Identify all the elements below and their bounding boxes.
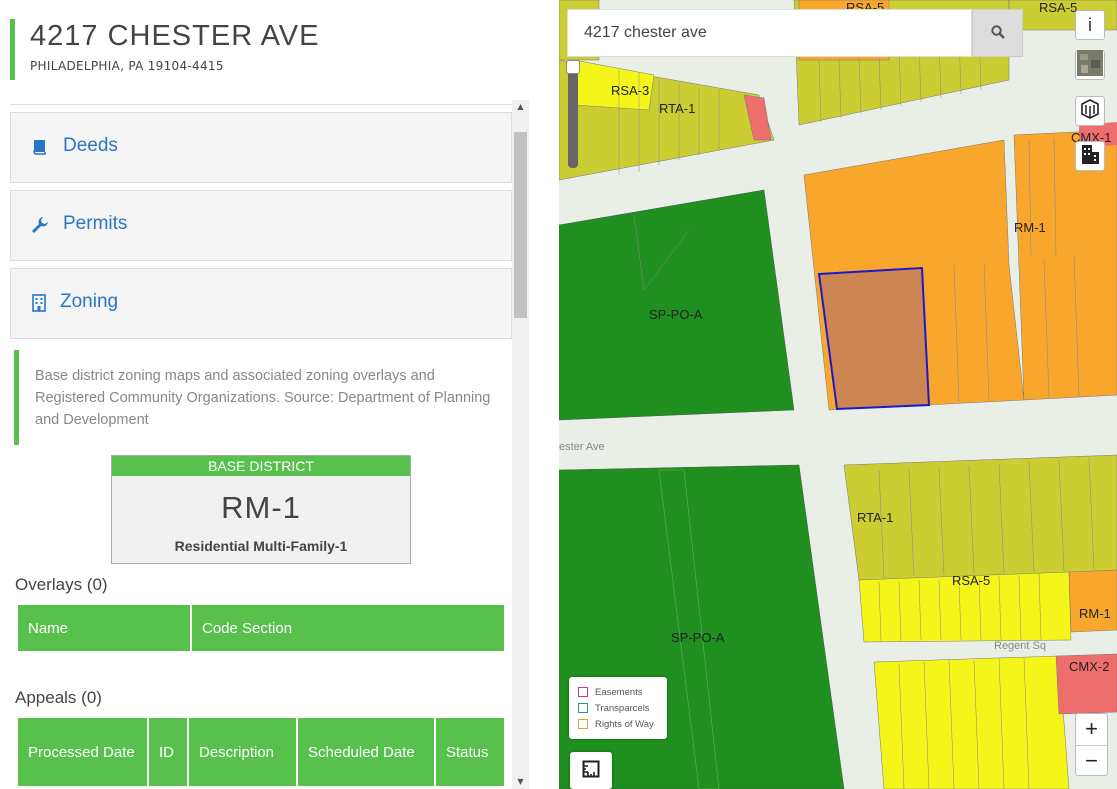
ruler-icon xyxy=(582,760,600,782)
map-legend: Easements Transparcels Rights of Way xyxy=(569,677,667,739)
street-label: ester Ave xyxy=(559,441,605,453)
legend-label: Easements xyxy=(595,686,643,698)
column-header[interactable]: Code Section xyxy=(192,605,504,651)
column-header[interactable]: Processed Date xyxy=(18,718,147,786)
column-header[interactable]: Name xyxy=(18,605,190,651)
legend-label: Rights of Way xyxy=(595,718,654,730)
overlays-table: Name Code Section xyxy=(16,605,506,651)
topic-label: Permits xyxy=(63,213,128,234)
topic-label: Deeds xyxy=(63,135,118,156)
street-label: Regent Sq xyxy=(994,640,1046,652)
map-base-layer[interactable] xyxy=(559,0,1117,789)
base-district-heading: BASE DISTRICT xyxy=(112,456,410,476)
base-district-name: Residential Multi-Family-1 xyxy=(174,538,348,554)
appeals-title: Appeals (0) xyxy=(15,688,102,707)
base-district-card: BASE DISTRICT RM-1 Residential Multi-Fam… xyxy=(111,455,411,564)
overlays-title: Overlays (0) xyxy=(15,575,108,594)
zoom-in-button[interactable]: + xyxy=(1076,714,1107,745)
column-header[interactable]: Description xyxy=(189,718,296,786)
info-button[interactable]: i xyxy=(1075,10,1105,40)
slider-handle[interactable] xyxy=(566,60,580,74)
legend-item: Rights of Way xyxy=(578,716,658,732)
opacity-slider[interactable] xyxy=(566,60,580,168)
address-subtitle: PHILADELPHIA, PA 19104-4415 xyxy=(30,59,224,73)
zone-label: RSA-5 xyxy=(1039,0,1078,15)
building-icon xyxy=(30,294,48,312)
measure-button[interactable] xyxy=(570,752,612,789)
pictometry-button[interactable] xyxy=(1075,96,1105,126)
zone-label: RTA-1 xyxy=(857,510,894,525)
search-icon xyxy=(990,24,1005,43)
wrench-icon xyxy=(31,216,49,234)
scrollbar-thumb[interactable] xyxy=(514,132,527,318)
street-view-button[interactable] xyxy=(1075,141,1105,171)
appeals-table: Processed Date ID Description Scheduled … xyxy=(16,718,506,786)
zoom-out-button[interactable]: − xyxy=(1076,745,1107,776)
scroll-up-arrow-icon[interactable]: ▲ xyxy=(512,100,529,114)
aerial-imagery-icon xyxy=(1077,50,1103,80)
topic-label: Zoning xyxy=(60,291,119,312)
legend-item: Transparcels xyxy=(578,700,658,716)
scrollbar[interactable]: ▲ ▼ xyxy=(512,100,529,789)
page-title: 4217 CHESTER AVE xyxy=(30,20,320,52)
book-icon xyxy=(31,138,49,156)
imagery-toggle-button[interactable] xyxy=(1075,50,1105,80)
address-search xyxy=(567,9,972,57)
column-header[interactable]: ID xyxy=(149,718,187,786)
map[interactable]: RSA-5 RSA-5 RSA-3 RTA-1 CMX-1 RM-1 SP-PO… xyxy=(559,0,1117,789)
topic-panel: 4217 CHESTER AVE PHILADELPHIA, PA 19104-… xyxy=(0,0,530,789)
base-district-code: RM-1 xyxy=(221,490,301,525)
divider xyxy=(10,100,513,105)
search-button[interactable] xyxy=(972,9,1023,57)
topic-zoning[interactable]: Zoning xyxy=(10,268,512,339)
scroll-down-arrow-icon[interactable]: ▼ xyxy=(512,775,529,789)
building-icon xyxy=(1080,143,1100,169)
zone-label: RSA-5 xyxy=(952,573,991,588)
zone-label: RM-1 xyxy=(1014,220,1046,235)
column-header[interactable]: Status xyxy=(436,718,504,786)
zone-label: RSA-3 xyxy=(611,83,650,98)
oblique-view-icon xyxy=(1080,99,1100,123)
park-parcel-north xyxy=(559,189,795,421)
zoning-description: Base district zoning maps and associated… xyxy=(14,350,514,445)
address-header: 4217 CHESTER AVE PHILADELPHIA, PA 19104-… xyxy=(10,19,520,80)
zone-label: RTA-1 xyxy=(659,101,696,116)
topic-permits[interactable]: Permits xyxy=(10,190,512,261)
search-input[interactable] xyxy=(568,10,971,56)
legend-swatch xyxy=(578,687,588,697)
zoom-control: + − xyxy=(1075,713,1108,776)
zone-label: CMX-2 xyxy=(1069,659,1110,674)
topics-scroll-area: Deeds Permits Zoning Base district zonin… xyxy=(10,100,529,789)
zone-label: SP-PO-A xyxy=(671,630,725,645)
column-header[interactable]: Scheduled Date xyxy=(298,718,434,786)
legend-swatch xyxy=(578,703,588,713)
zone-label: SP-PO-A xyxy=(649,307,703,322)
selected-parcel xyxy=(817,266,931,411)
legend-swatch xyxy=(578,719,588,729)
legend-item: Easements xyxy=(578,684,658,700)
legend-label: Transparcels xyxy=(595,702,650,714)
zone-label: RM-1 xyxy=(1079,606,1111,621)
topic-deeds[interactable]: Deeds xyxy=(10,112,512,183)
